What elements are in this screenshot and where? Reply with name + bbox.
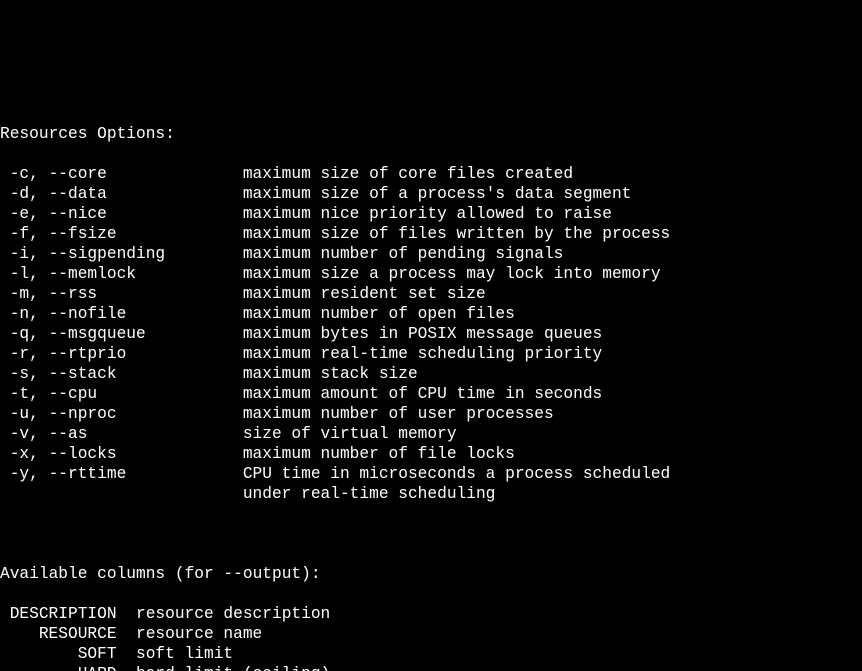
option-desc: maximum size of files written by the pro… — [243, 225, 670, 243]
section-heading-resources: Resources Options: — [0, 124, 862, 144]
option-flag: -d, --data — [0, 184, 233, 204]
column-desc: soft limit — [136, 645, 233, 663]
option-flag: -n, --nofile — [0, 304, 233, 324]
option-desc: maximum size of core files created — [243, 165, 573, 183]
option-row: -r, --rtprio maximum real-time schedulin… — [0, 344, 862, 364]
column-desc: resource name — [136, 625, 262, 643]
option-row: -n, --nofile maximum number of open file… — [0, 304, 862, 324]
option-desc: maximum number of pending signals — [243, 245, 564, 263]
option-desc: maximum amount of CPU time in seconds — [243, 385, 602, 403]
option-desc: maximum number of file locks — [243, 445, 515, 463]
option-flag: -r, --rtprio — [0, 344, 233, 364]
option-flag: -c, --core — [0, 164, 233, 184]
option-desc-cont: under real-time scheduling — [0, 484, 862, 504]
option-desc: maximum size of a process's data segment — [243, 185, 632, 203]
blank-line — [0, 524, 862, 544]
option-desc: maximum nice priority allowed to raise — [243, 205, 612, 223]
option-flag: -e, --nice — [0, 204, 233, 224]
option-flag: -i, --sigpending — [0, 244, 233, 264]
column-name: RESOURCE — [0, 624, 117, 644]
column-row: RESOURCE resource name — [0, 624, 862, 644]
option-row: -c, --core maximum size of core files cr… — [0, 164, 862, 184]
option-row: -f, --fsize maximum size of files writte… — [0, 224, 862, 244]
option-desc: maximum real-time scheduling priority — [243, 345, 602, 363]
option-row: -i, --sigpending maximum number of pendi… — [0, 244, 862, 264]
column-row: DESCRIPTION resource description — [0, 604, 862, 624]
option-flag: -m, --rss — [0, 284, 233, 304]
option-flag: -s, --stack — [0, 364, 233, 384]
option-row: -v, --as size of virtual memory — [0, 424, 862, 444]
option-desc: under real-time scheduling — [243, 485, 496, 503]
option-desc: maximum number of open files — [243, 305, 515, 323]
column-desc: hard limit (ceiling) — [136, 665, 330, 671]
option-row: -l, --memlock maximum size a process may… — [0, 264, 862, 284]
option-desc: CPU time in microseconds a process sched… — [243, 465, 670, 483]
option-row: -s, --stack maximum stack size — [0, 364, 862, 384]
option-flag: -q, --msgqueue — [0, 324, 233, 344]
terminal-output[interactable]: Resources Options: -c, --core maximum si… — [0, 100, 862, 671]
option-flag: -f, --fsize — [0, 224, 233, 244]
option-row: -u, --nproc maximum number of user proce… — [0, 404, 862, 424]
option-row: -t, --cpu maximum amount of CPU time in … — [0, 384, 862, 404]
column-desc: resource description — [136, 605, 330, 623]
option-row: -e, --nice maximum nice priority allowed… — [0, 204, 862, 224]
option-row: -y, --rttime CPU time in microseconds a … — [0, 464, 862, 484]
option-flag: -u, --nproc — [0, 404, 233, 424]
column-name: DESCRIPTION — [0, 604, 117, 624]
option-desc: size of virtual memory — [243, 425, 457, 443]
option-desc: maximum bytes in POSIX message queues — [243, 325, 602, 343]
option-flag: -v, --as — [0, 424, 233, 444]
section-heading-columns: Available columns (for --output): — [0, 564, 862, 584]
column-name: SOFT — [0, 644, 117, 664]
option-row: -m, --rss maximum resident set size — [0, 284, 862, 304]
column-row: SOFT soft limit — [0, 644, 862, 664]
option-desc: maximum resident set size — [243, 285, 486, 303]
option-flag: -y, --rttime — [0, 464, 233, 484]
option-flag: -l, --memlock — [0, 264, 233, 284]
option-row: -x, --locks maximum number of file locks — [0, 444, 862, 464]
option-flag: -x, --locks — [0, 444, 233, 464]
option-desc: maximum size a process may lock into mem… — [243, 265, 661, 283]
option-row: -q, --msgqueue maximum bytes in POSIX me… — [0, 324, 862, 344]
column-name: HARD — [0, 664, 117, 671]
option-flag: -t, --cpu — [0, 384, 233, 404]
column-row: HARD hard limit (ceiling) — [0, 664, 862, 671]
option-row: -d, --data maximum size of a process's d… — [0, 184, 862, 204]
option-desc: maximum number of user processes — [243, 405, 554, 423]
option-desc: maximum stack size — [243, 365, 418, 383]
